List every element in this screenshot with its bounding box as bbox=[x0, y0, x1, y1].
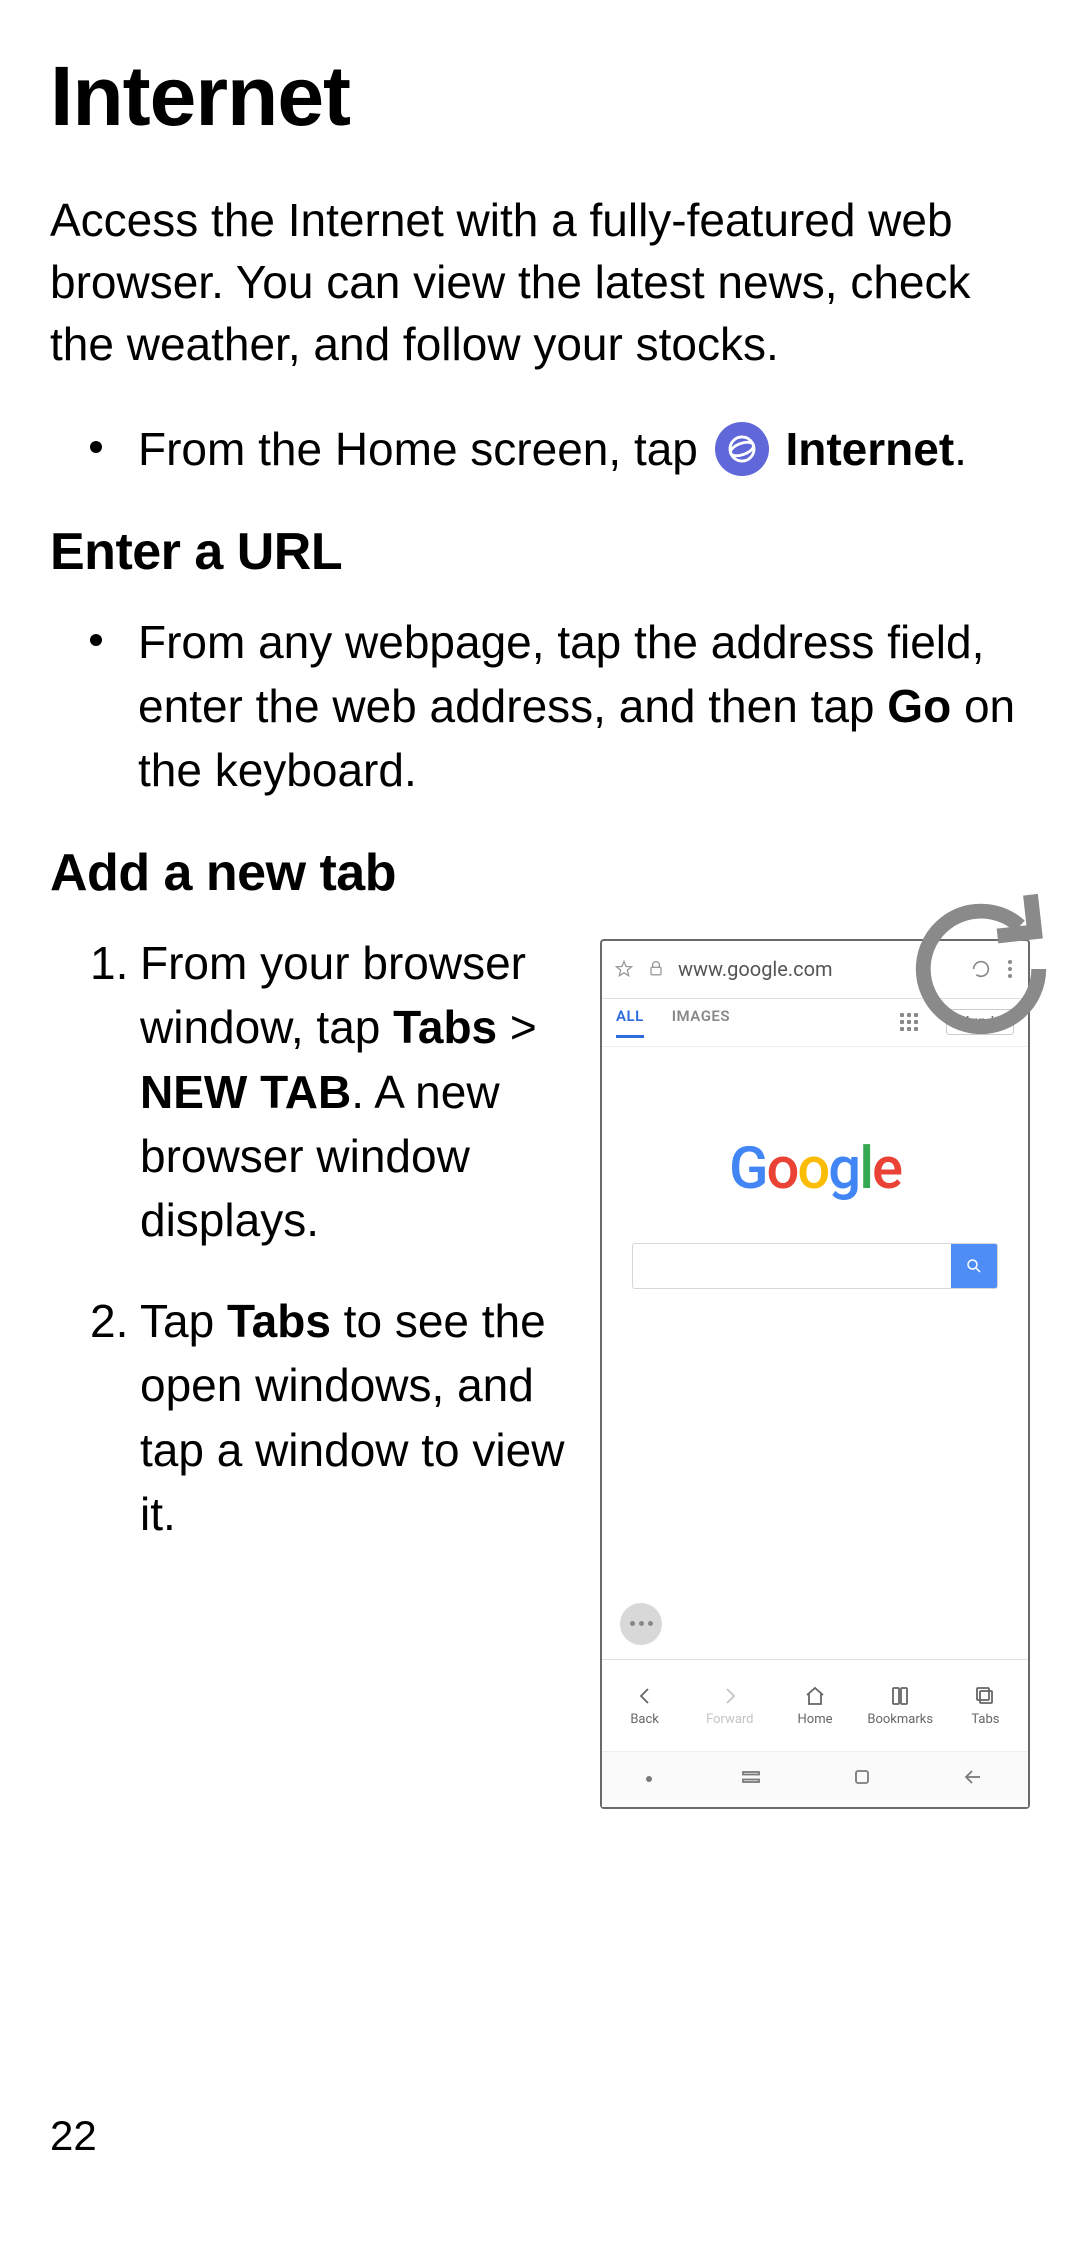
step1-mid: > bbox=[497, 1001, 537, 1053]
url-bar[interactable]: www.google.com bbox=[602, 941, 1028, 999]
lock-icon bbox=[646, 959, 666, 979]
reload-icon[interactable] bbox=[970, 958, 992, 980]
intro-paragraph: Access the Internet with a fully-feature… bbox=[50, 189, 1030, 375]
tab-images[interactable]: IMAGES bbox=[672, 1007, 730, 1038]
tabs-button[interactable]: Tabs bbox=[943, 1660, 1028, 1751]
back-nav-icon[interactable] bbox=[961, 1765, 985, 1793]
bookmarks-button[interactable]: Bookmarks bbox=[858, 1660, 943, 1751]
add-tab-step-2: Tap Tabs to see the open windows, and ta… bbox=[90, 1289, 576, 1547]
step2-pre: Tap bbox=[140, 1295, 227, 1347]
home-button[interactable]: Home bbox=[772, 1660, 857, 1751]
step1-newtab: NEW TAB bbox=[140, 1066, 351, 1118]
internet-app-label: Internet bbox=[785, 423, 954, 475]
step2-tabs: Tabs bbox=[227, 1295, 331, 1347]
favorite-star-icon[interactable] bbox=[614, 959, 634, 979]
nav-dot-icon bbox=[646, 1776, 652, 1782]
google-search-bar[interactable] bbox=[632, 1243, 998, 1289]
page-number: 22 bbox=[50, 2112, 97, 2160]
enter-url-heading: Enter a URL bbox=[50, 522, 1030, 582]
browser-bottom-toolbar: Back Forward Home Bookmarks Tabs bbox=[602, 1659, 1028, 1751]
android-nav-bar bbox=[602, 1751, 1028, 1807]
home-nav-icon[interactable] bbox=[850, 1765, 874, 1793]
recents-nav-icon[interactable] bbox=[739, 1765, 763, 1793]
forward-button[interactable]: Forward bbox=[687, 1660, 772, 1751]
home-instruction: From the Home screen, tap Internet. bbox=[90, 417, 1030, 481]
browser-screenshot-illustration: www.google.com ALL IMAGES Sign in bbox=[600, 939, 1030, 1809]
page-title: Internet bbox=[50, 48, 1030, 145]
enter-url-pre: From any webpage, tap the address field,… bbox=[138, 616, 984, 732]
search-submit-button[interactable] bbox=[951, 1244, 997, 1288]
internet-app-icon bbox=[715, 422, 769, 476]
back-button[interactable]: Back bbox=[602, 1660, 687, 1751]
step1-tabs: Tabs bbox=[393, 1001, 497, 1053]
enter-url-instruction: From any webpage, tap the address field,… bbox=[90, 610, 1030, 803]
home-instruction-prefix: From the Home screen, tap bbox=[138, 423, 711, 475]
enter-url-go: Go bbox=[887, 680, 951, 732]
home-instruction-suffix: . bbox=[954, 423, 967, 475]
search-input[interactable] bbox=[633, 1244, 951, 1288]
google-logo: Google bbox=[729, 1135, 901, 1203]
page-fab-icon[interactable] bbox=[620, 1603, 662, 1645]
add-tab-step-1: From your browser window, tap Tabs > NEW… bbox=[90, 931, 576, 1253]
tab-all[interactable]: ALL bbox=[616, 1007, 644, 1038]
